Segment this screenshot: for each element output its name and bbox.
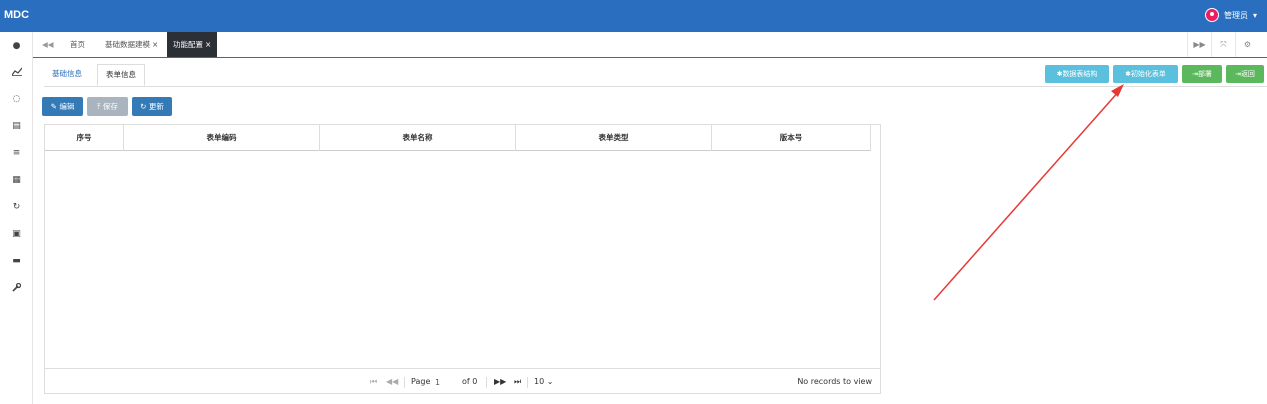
annotation-arrow-icon [933, 84, 1124, 301]
